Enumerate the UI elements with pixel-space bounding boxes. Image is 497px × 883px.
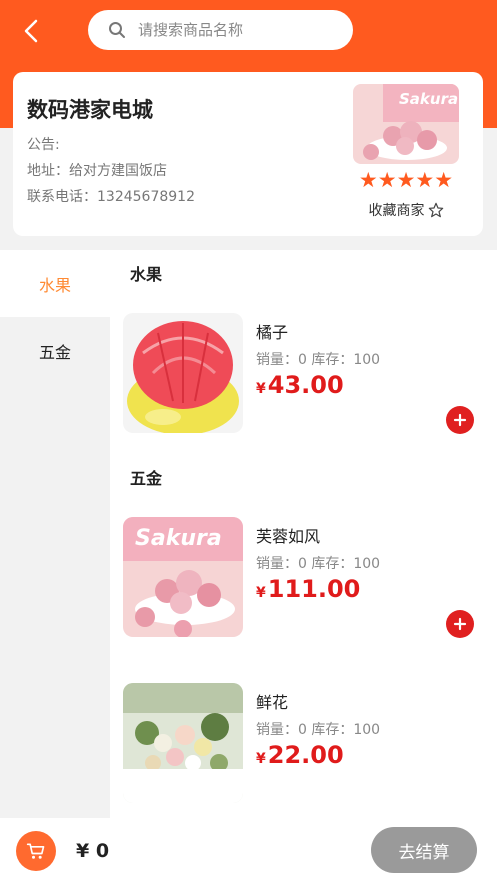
svg-text:Sakura: Sakura <box>399 90 458 108</box>
category-item-fruit[interactable]: 水果 <box>0 250 110 317</box>
plus-icon <box>453 617 467 631</box>
search-icon <box>109 22 125 38</box>
product-price: ¥43.00 <box>256 371 344 399</box>
shop-notice: 公告: <box>27 137 60 153</box>
category-sidebar: 水果 五金 <box>0 250 110 818</box>
price-value: 43.00 <box>267 371 344 399</box>
shop-name: 数码港家电城 <box>27 98 153 122</box>
product-stats: 销量：0 库存：100 <box>256 556 381 572</box>
section-title-fruit: 水果 <box>130 265 163 284</box>
section-title-hardware: 五金 <box>130 469 163 488</box>
rating-stars: ★★★★★ <box>358 168 454 192</box>
product-stats: 销量：0 库存：100 <box>256 352 381 368</box>
shop-info-card: 数码港家电城 公告: 地址：给对方建国饭店 联系电话：13245678912 S… <box>13 72 483 236</box>
plus-icon <box>453 413 467 427</box>
shop-page: 数码港家电城 公告: 地址：给对方建国饭店 联系电话：13245678912 S… <box>0 0 497 883</box>
product-price: ¥22.00 <box>256 741 344 769</box>
shop-address: 地址：给对方建国饭店 <box>27 163 167 179</box>
product-name: 橘子 <box>256 323 289 342</box>
product-list[interactable]: 水果 橘子 销量：0 库存：100 ¥43.00 五金 Sakura 芙蓉如风 … <box>110 250 497 818</box>
add-to-cart-button[interactable] <box>446 406 474 434</box>
cart-button[interactable] <box>16 831 56 871</box>
product-item[interactable]: 橘子 销量：0 库存：100 ¥43.00 <box>123 313 483 434</box>
price-value: 22.00 <box>267 741 344 769</box>
currency-symbol: ¥ <box>256 585 266 601</box>
star-outline-icon <box>428 202 443 218</box>
svg-text:Sakura: Sakura <box>135 526 222 551</box>
chevron-left-icon <box>24 19 38 43</box>
back-button[interactable] <box>14 14 48 48</box>
category-item-hardware[interactable]: 五金 <box>0 317 110 384</box>
product-stats: 销量：0 库存：100 <box>256 722 381 738</box>
currency-symbol: ¥ <box>256 381 266 397</box>
checkout-button[interactable]: 去结算 <box>371 827 477 873</box>
shop-logo-image: Sakura <box>353 84 459 164</box>
search-bar[interactable] <box>88 10 353 50</box>
shopping-cart-icon <box>26 843 45 859</box>
product-item[interactable]: Sakura 芙蓉如风 销量：0 库存：100 ¥111.00 <box>123 517 483 638</box>
favorite-label: 收藏商家 <box>368 203 425 219</box>
add-to-cart-button[interactable] <box>446 610 474 638</box>
cart-total: ¥ 0 <box>76 840 110 862</box>
bottom-cart-bar: ¥ 0 去结算 <box>0 818 497 883</box>
search-input[interactable] <box>138 21 328 39</box>
product-price: ¥111.00 <box>256 575 360 603</box>
product-image-flowers[interactable] <box>123 683 243 803</box>
price-value: 111.00 <box>267 575 361 603</box>
product-image-sakura-candy[interactable]: Sakura <box>123 517 243 637</box>
product-item[interactable]: 鲜花 销量：0 库存：100 ¥22.00 <box>123 683 483 803</box>
currency-symbol: ¥ <box>256 751 266 767</box>
product-name: 芙蓉如风 <box>256 527 321 546</box>
product-image-pomelo[interactable] <box>123 313 243 433</box>
shop-phone[interactable]: 联系电话：13245678912 <box>27 186 195 206</box>
product-name: 鲜花 <box>256 693 289 712</box>
favorite-shop-button[interactable]: 收藏商家 <box>353 200 459 220</box>
